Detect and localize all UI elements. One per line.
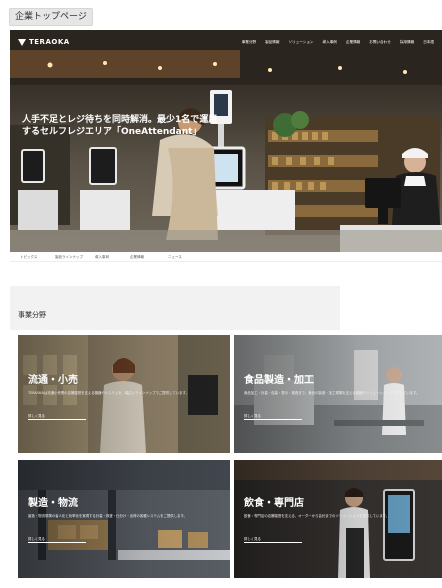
card-food-caption: 食品製造・加工 食品加工・計量・包装・表示・検査まで、食品の製造・加工現場を支え… [244, 375, 434, 396]
site-header: TERAOKA 事業分野 製品情報 ソリューション 導入事例 企業情報 お問い合… [10, 30, 442, 56]
card-logistics-caption: 製造・物流 製造・物流現場の省人化と効率化を実現する計量・検査・仕分け・出荷の各… [28, 498, 218, 519]
teraoka-logo[interactable]: TERAOKA [18, 38, 70, 46]
card-retail-desc: TERAOKAは流通小売業の店舗運営を支える機器やシステムを、幅広いラインナップ… [28, 391, 189, 395]
hero-title[interactable]: 人手不足とレジ待ちを同時解消。最少1名で運用するセルフレジエリア「OneAtte… [22, 114, 222, 138]
card-logistics-title: 製造・物流 [28, 498, 78, 509]
page-label: 企業トップページ [9, 8, 93, 26]
card-logistics-desc: 製造・物流現場の省人化と効率化を実現する計量・検査・仕分け・出荷の各種システムを… [28, 514, 187, 518]
logo-mark-icon [18, 38, 26, 46]
card-food-desc: 食品加工・計量・包装・表示・検査まで、食品の製造・加工現場を支える機器やソリュー… [244, 391, 420, 395]
card-food-title: 食品製造・加工 [244, 375, 314, 386]
nav-item-business[interactable]: 事業分野 [242, 40, 256, 45]
section-title: 事業分野 [18, 311, 46, 319]
hero-tabs: トピックス 製品ラインナップ 導入事例 企業情報 ニュース [10, 252, 442, 262]
card-food[interactable]: 食品製造・加工 食品加工・計量・包装・表示・検査まで、食品の製造・加工現場を支え… [234, 335, 442, 453]
nav-item-cases[interactable]: 導入事例 [323, 40, 337, 45]
card-retail[interactable]: 流通・小売 TERAOKAは流通小売業の店舗運営を支える機器やシステムを、幅広い… [18, 335, 230, 453]
card-retail-caption: 流通・小売 TERAOKAは流通小売業の店舗運営を支える機器やシステムを、幅広い… [28, 375, 218, 396]
nav-item-recruit[interactable]: 採用情報 [400, 40, 414, 45]
card-retail-title: 流通・小売 [28, 375, 78, 386]
section-header-bg [10, 286, 340, 330]
tab-cases[interactable]: 導入事例 [95, 255, 109, 260]
hero-store-scene [10, 30, 442, 252]
logo-text: TERAOKA [29, 38, 70, 46]
nav-item-solutions[interactable]: ソリューション [288, 40, 313, 45]
tab-lineup[interactable]: 製品ラインナップ [55, 255, 83, 260]
hero-copy: 人手不足とレジ待ちを同時解消。最少1名で運用するセルフレジエリア「OneAtte… [22, 110, 222, 138]
nav-item-language[interactable]: 日本語 [423, 40, 434, 45]
main-nav: 事業分野 製品情報 ソリューション 導入事例 企業情報 お問い合わせ 採用情報 … [242, 40, 434, 45]
card-food-more-link[interactable]: 詳しく見る [244, 413, 302, 420]
tab-news[interactable]: ニュース [168, 255, 182, 260]
card-restaurant-more-link[interactable]: 詳しく見る [244, 536, 302, 543]
nav-item-contact[interactable]: お問い合わせ [369, 40, 391, 45]
card-restaurant-desc: 飲食・専門店の店舗運営を支える、オーダーから会計までのソリューションを提供してい… [244, 514, 390, 518]
card-logistics[interactable]: 製造・物流 製造・物流現場の省人化と効率化を実現する計量・検査・仕分け・出荷の各… [18, 460, 230, 578]
card-restaurant[interactable]: 飲食・専門店 飲食・専門店の店舗運営を支える、オーダーから会計までのソリューショ… [234, 460, 442, 578]
card-retail-more-link[interactable]: 詳しく見る [28, 413, 86, 420]
card-logistics-more-link[interactable]: 詳しく見る [28, 536, 86, 543]
tab-company[interactable]: 企業情報 [130, 255, 144, 260]
screenshot-frame: TERAOKA 事業分野 製品情報 ソリューション 導入事例 企業情報 お問い合… [10, 30, 442, 588]
nav-item-company[interactable]: 企業情報 [346, 40, 360, 45]
card-restaurant-caption: 飲食・専門店 飲食・専門店の店舗運営を支える、オーダーから会計までのソリューショ… [244, 498, 434, 519]
card-restaurant-title: 飲食・専門店 [244, 498, 304, 509]
nav-item-products[interactable]: 製品情報 [265, 40, 279, 45]
hero-banner[interactable]: TERAOKA 事業分野 製品情報 ソリューション 導入事例 企業情報 お問い合… [10, 30, 442, 252]
tab-topics[interactable]: トピックス [20, 255, 37, 260]
